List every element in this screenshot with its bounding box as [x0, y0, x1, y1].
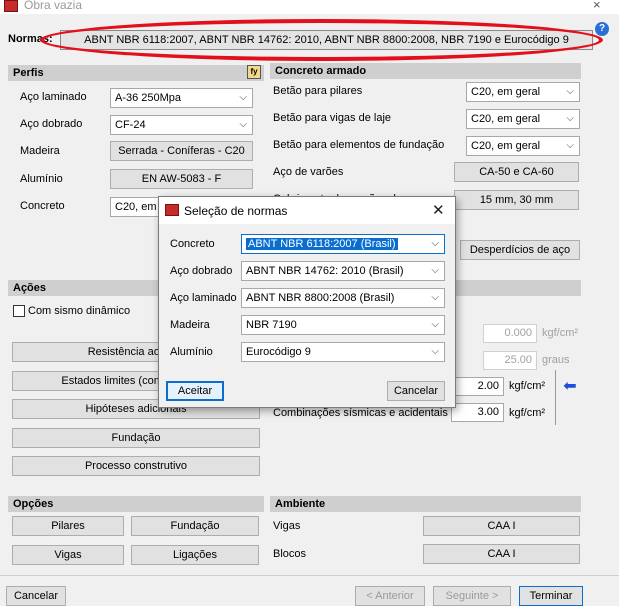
- betao-fundacao-value: C20, em geral: [471, 140, 541, 152]
- desperdicios-button[interactable]: Desperdícios de aço: [460, 240, 580, 260]
- perfis-header-label: Perfis: [13, 67, 44, 79]
- dialog-aco-dobrado-value: ABNT NBR 14762: 2010 (Brasil): [246, 265, 404, 277]
- selecao-normas-dialog: Seleção de normas ✕ Concreto ABNT NBR 61…: [158, 196, 456, 408]
- dialog-label-concreto: Concreto: [170, 238, 215, 250]
- dialog-label-aluminio: Alumínio: [170, 346, 213, 358]
- ambiente-header-label: Ambiente: [275, 498, 326, 510]
- window-title: Obra vazia: [24, 0, 83, 12]
- bracket-line: [555, 370, 556, 425]
- dialog-aco-laminado-select[interactable]: ABNT NBR 8800:2008 (Brasil) ⌵: [241, 288, 445, 308]
- betao-pilares-label: Betão para pilares: [273, 85, 363, 97]
- sismo-label: Com sismo dinâmico: [28, 305, 131, 317]
- ligacoes-button[interactable]: Ligações: [131, 545, 259, 565]
- perfis-label-aco-laminado: Aço laminado: [20, 91, 87, 103]
- betao-vigas-value: C20, em geral: [471, 113, 541, 125]
- chevron-down-icon: ⌵: [431, 346, 439, 357]
- dialog-concreto-select[interactable]: ABNT NBR 6118:2007 (Brasil) ⌵: [241, 234, 445, 254]
- chevron-down-icon: ⌵: [566, 140, 574, 151]
- dialog-accept-button[interactable]: Aceitar: [166, 381, 224, 401]
- betao-fundacao-label: Betão para elementos de fundação: [273, 139, 445, 151]
- highlight-ellipse: [40, 19, 603, 61]
- dialog-cancel-button[interactable]: Cancelar: [387, 381, 445, 401]
- next-button[interactable]: Seguinte >: [433, 586, 511, 606]
- dialog-app-icon: [165, 204, 179, 216]
- dialog-madeira-value: NBR 7190: [246, 319, 297, 331]
- dialog-aco-dobrado-select[interactable]: ABNT NBR 14762: 2010 (Brasil) ⌵: [241, 261, 445, 281]
- chevron-down-icon: ⌵: [431, 319, 439, 330]
- help-icon[interactable]: ?: [595, 22, 609, 36]
- dialog-label-aco-laminado: Aço laminado: [170, 292, 237, 304]
- aco-laminado-value: A-36 250Mpa: [115, 92, 182, 104]
- dialog-close-icon[interactable]: ✕: [432, 201, 445, 219]
- dialog-label-aco-dobrado: Aço dobrado: [170, 265, 233, 277]
- chevron-down-icon: ⌵: [431, 265, 439, 276]
- pilares-button[interactable]: Pilares: [12, 516, 124, 536]
- fundacao-button[interactable]: Fundação: [12, 428, 260, 448]
- opcoes-header: Opções: [8, 496, 264, 512]
- window-close-button[interactable]: ×: [593, 0, 601, 12]
- perfis-header: Perfis: [8, 65, 264, 81]
- dialog-aco-laminado-value: ABNT NBR 8800:2008 (Brasil): [246, 292, 395, 304]
- dialog-title: Seleção de normas: [184, 204, 288, 218]
- combinacoes-unit: kgf/cm²: [509, 407, 546, 419]
- finish-button[interactable]: Terminar: [519, 586, 583, 606]
- fy-icon[interactable]: fy: [247, 65, 261, 79]
- betao-fundacao-select[interactable]: C20, em geral ⌵: [466, 136, 580, 156]
- concreto-armado-header: Concreto armado: [270, 63, 581, 79]
- tensao-unit: kgf/cm²: [542, 327, 579, 339]
- dialog-aluminio-select[interactable]: Eurocódigo 9 ⌵: [241, 342, 445, 362]
- angulo-unit: graus: [542, 354, 570, 366]
- aco-varoes-button[interactable]: CA-50 e CA-60: [454, 162, 579, 182]
- concreto-armado-header-label: Concreto armado: [275, 65, 367, 77]
- tensao-field: 0.000: [483, 324, 537, 343]
- previous-button[interactable]: < Anterior: [355, 586, 425, 606]
- aco-laminado-select[interactable]: A-36 250Mpa ⌵: [110, 88, 253, 108]
- ambiente-header: Ambiente: [270, 496, 581, 512]
- processo-construtivo-button[interactable]: Processo construtivo: [12, 456, 260, 476]
- aco-varoes-label: Aço de varões: [273, 166, 344, 178]
- title-bar: [0, 0, 619, 14]
- acoes-header-label: Ações: [13, 282, 47, 294]
- chevron-down-icon: ⌵: [566, 113, 574, 124]
- footer-divider: [0, 575, 619, 576]
- app-icon: [4, 0, 18, 12]
- aluminio-button[interactable]: EN AW-5083 - F: [110, 169, 253, 189]
- vigas-button[interactable]: Vigas: [12, 545, 124, 565]
- combinacoes-field[interactable]: 3.00: [451, 403, 504, 422]
- perfis-label-concreto: Concreto: [20, 200, 65, 212]
- betao-vigas-label: Betão para vigas de laje: [273, 112, 392, 124]
- fundacao-options-button[interactable]: Fundação: [131, 516, 259, 536]
- ambiente-blocos-button[interactable]: CAA I: [423, 544, 580, 564]
- dialog-madeira-select[interactable]: NBR 7190 ⌵: [241, 315, 445, 335]
- chevron-down-icon: ⌵: [431, 238, 439, 249]
- cancel-button[interactable]: Cancelar: [6, 586, 66, 606]
- tensao-admissivel-field[interactable]: 2.00: [451, 377, 504, 396]
- betao-pilares-value: C20, em geral: [471, 86, 541, 98]
- combinacoes-label: Combinações sísmicas e acidentais: [273, 407, 448, 419]
- chevron-down-icon: ⌵: [566, 86, 574, 97]
- chevron-down-icon: ⌵: [431, 292, 439, 303]
- madeira-button[interactable]: Serrada - Coníferas - C20: [110, 141, 253, 161]
- perfis-label-madeira: Madeira: [20, 145, 60, 157]
- dialog-label-madeira: Madeira: [170, 319, 210, 331]
- cobrimento-button[interactable]: 15 mm, 30 mm: [454, 190, 579, 210]
- arrow-left-icon[interactable]: ⬅: [562, 379, 578, 395]
- aco-dobrado-select[interactable]: CF-24 ⌵: [110, 115, 253, 135]
- ambiente-vigas-label: Vigas: [273, 520, 301, 532]
- sismo-checkbox[interactable]: [13, 305, 25, 317]
- perfis-label-aco-dobrado: Aço dobrado: [20, 118, 83, 130]
- betao-vigas-select[interactable]: C20, em geral ⌵: [466, 109, 580, 129]
- ambiente-blocos-label: Blocos: [273, 548, 307, 560]
- opcoes-header-label: Opções: [13, 498, 54, 510]
- ambiente-vigas-button[interactable]: CAA I: [423, 516, 580, 536]
- chevron-down-icon: ⌵: [239, 92, 247, 103]
- aco-dobrado-value: CF-24: [115, 119, 146, 131]
- perfis-label-aluminio: Alumínio: [20, 173, 63, 185]
- dialog-concreto-value: ABNT NBR 6118:2007 (Brasil): [246, 238, 398, 250]
- chevron-down-icon: ⌵: [239, 119, 247, 130]
- betao-pilares-select[interactable]: C20, em geral ⌵: [466, 82, 580, 102]
- dialog-aluminio-value: Eurocódigo 9: [246, 346, 311, 358]
- tensao-admissivel-unit: kgf/cm²: [509, 380, 546, 392]
- angulo-field: 25.00: [483, 351, 537, 370]
